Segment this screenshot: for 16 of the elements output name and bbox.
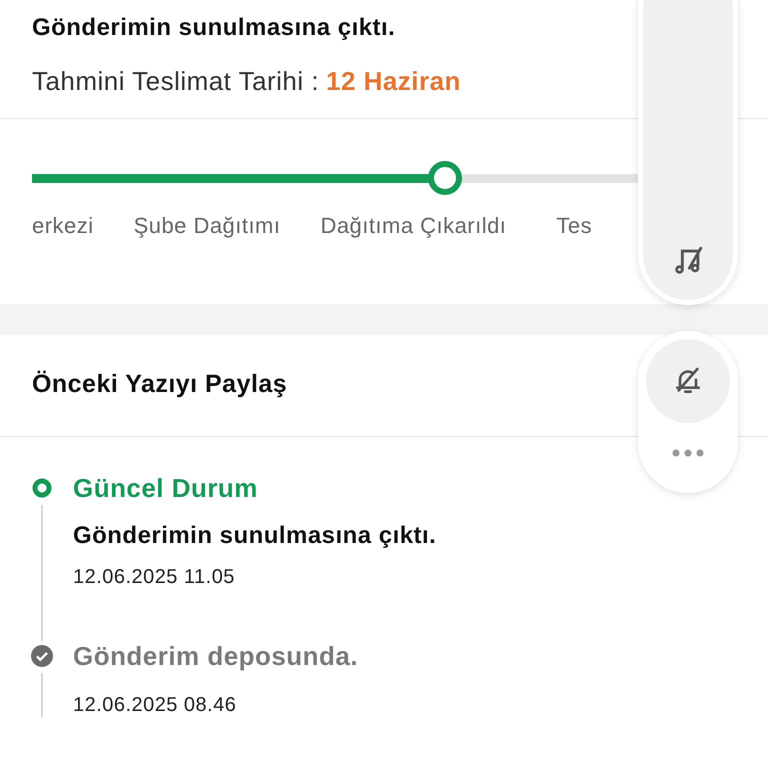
status-title: Gönderimin sunulmasına çıktı. — [32, 14, 396, 42]
step-label: erkezi — [32, 213, 94, 239]
more-icon — [671, 449, 705, 457]
step-label: Dağıtıma Çıkarıldı — [320, 213, 506, 239]
progress-knob — [428, 161, 462, 195]
estimate-label: Tahmini Teslimat Tarihi : — [32, 66, 320, 97]
timeline-date: 12.06.2025 11.05 — [73, 566, 236, 589]
estimate-date: 12 Haziran — [326, 66, 461, 97]
timeline-title: Gönderim deposunda. — [73, 641, 360, 672]
timeline-message: Gönderimin sunulmasına çıktı. — [73, 522, 438, 550]
step-label: Şube Dağıtımı — [134, 213, 280, 239]
timeline-title: Güncel Durum — [73, 473, 259, 504]
timeline-date: 12.06.2025 08.46 — [73, 694, 238, 717]
step-label: Tes — [556, 213, 592, 239]
mute-button[interactable] — [646, 339, 730, 423]
share-title[interactable]: Önceki Yazıyı Paylaş — [32, 370, 288, 399]
